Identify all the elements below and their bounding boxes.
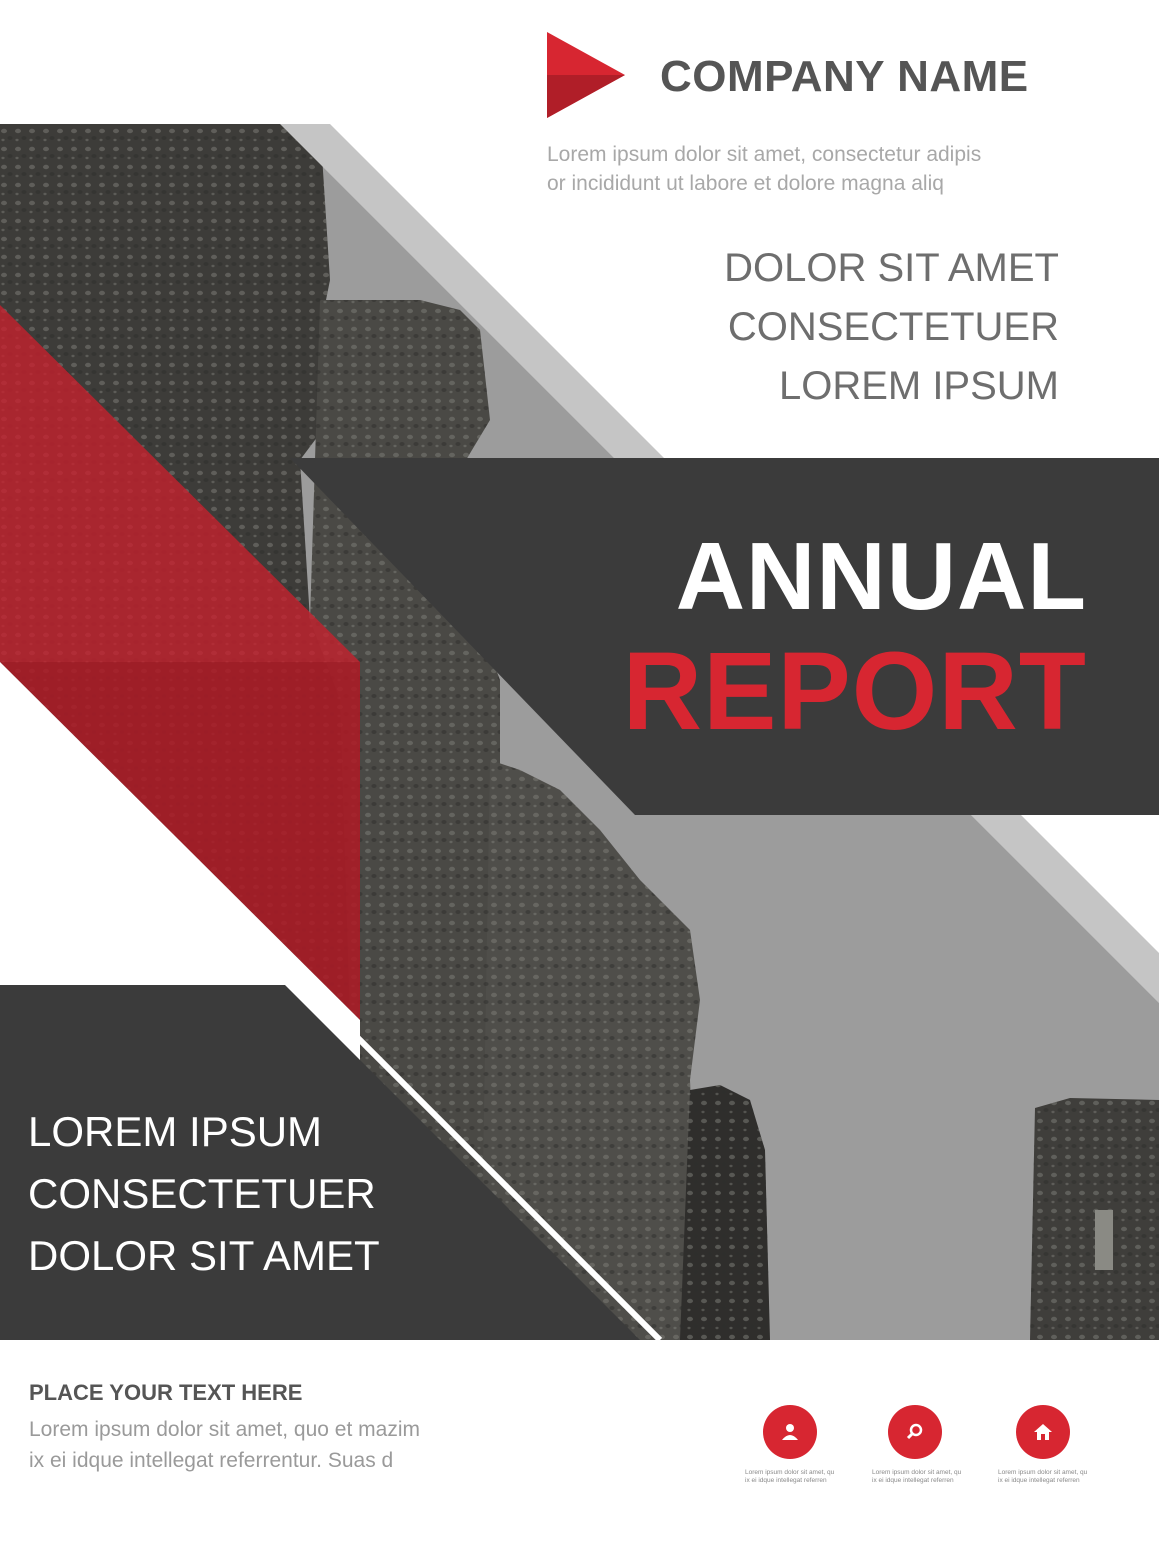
home-icon-caption-2: ix ei idque intellegat referren (998, 1477, 1080, 1484)
search-icon-caption-2: ix ei idque intellegat referren (872, 1477, 954, 1484)
cover-artwork (0, 32, 1159, 1343)
user-icon-group (763, 1405, 817, 1459)
search-icon (888, 1405, 942, 1459)
home-icon-caption-1: Lorem ipsum dolor sit amet, qu (998, 1469, 1088, 1476)
tagline-line-1: Lorem ipsum dolor sit amet, consectetur … (547, 143, 982, 166)
company-name: COMPANY NAME (660, 52, 1029, 101)
subheadline-line-1: DOLOR SIT AMET (724, 246, 1059, 290)
search-icon-group (888, 1405, 942, 1459)
home-icon-group (1016, 1405, 1070, 1459)
user-icon-caption-2: ix ei idque intellegat referren (745, 1477, 827, 1484)
subheadline-line-2: CONSECTETUER (727, 305, 1059, 349)
footer-heading: PLACE YOUR TEXT HERE (29, 1380, 303, 1405)
subheadline-line-3: LOREM IPSUM (778, 364, 1059, 408)
tagline-line-2: or incididunt ut labore et dolore magna … (547, 172, 944, 195)
home-icon (1016, 1405, 1070, 1459)
user-icon-caption-1: Lorem ipsum dolor sit amet, qu (745, 1469, 835, 1476)
lower-panel-line-1: LOREM IPSUM (28, 1108, 323, 1155)
lower-panel-line-2: CONSECTETUER (28, 1170, 376, 1217)
footer-body-line-1: Lorem ipsum dolor sit amet, quo et mazim (29, 1418, 420, 1441)
title-report: REPORT (622, 630, 1087, 753)
search-icon-caption-1: Lorem ipsum dolor sit amet, qu (872, 1469, 962, 1476)
user-icon (763, 1405, 817, 1459)
lower-panel-line-3: DOLOR SIT AMET (28, 1232, 380, 1279)
footer-body-line-2: ix ei idque intellegat referrentur. Suas… (29, 1449, 394, 1472)
play-triangle-icon (547, 32, 625, 118)
title-annual: ANNUAL (675, 523, 1087, 630)
